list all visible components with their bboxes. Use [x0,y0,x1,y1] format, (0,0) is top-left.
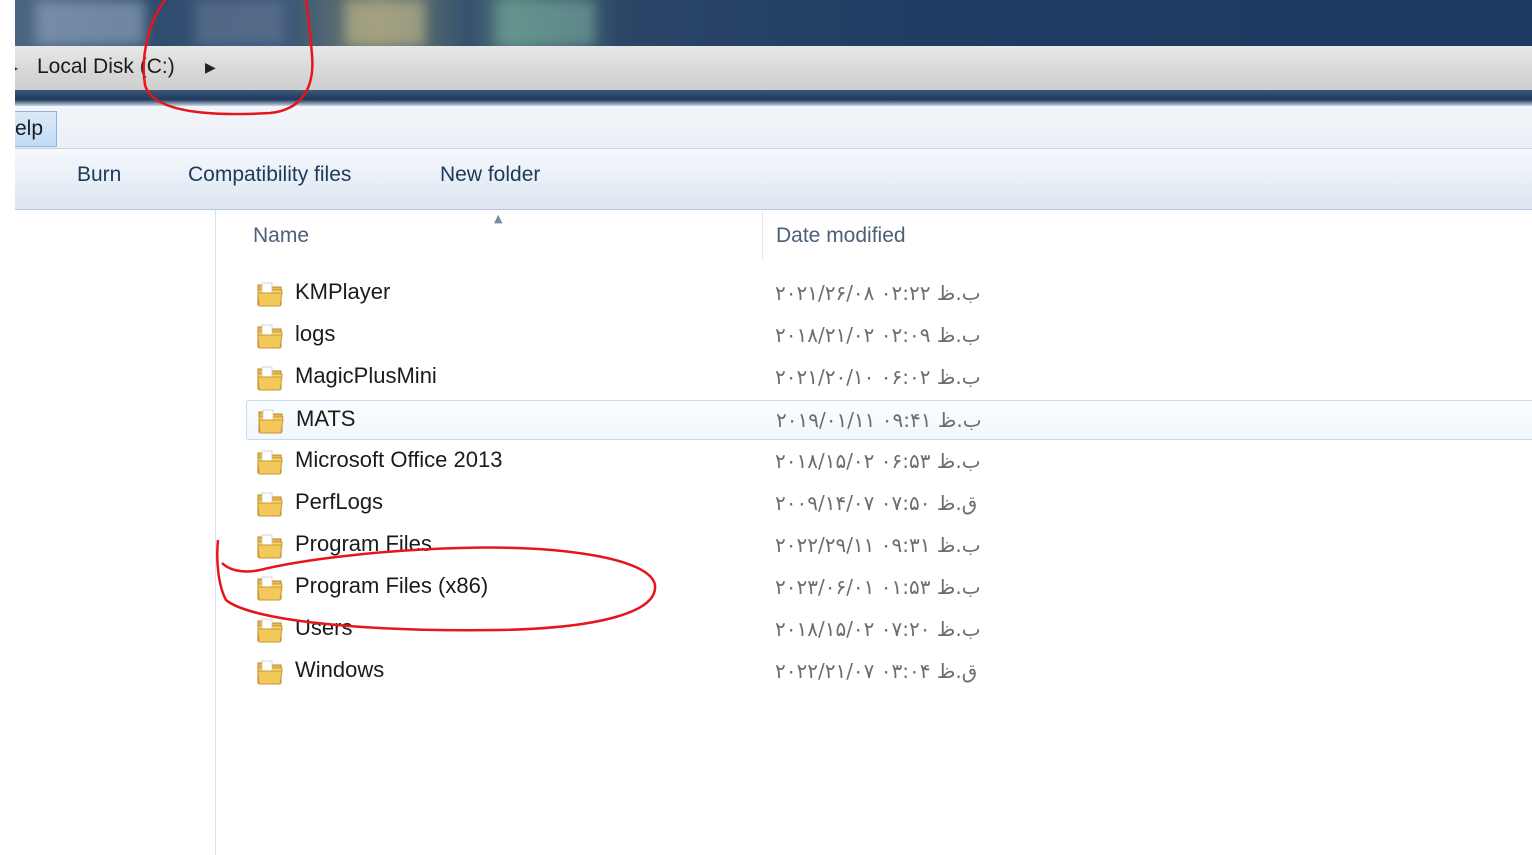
file-name: Windows [295,657,385,682]
file-date-modified: ۲۰۱۸/۱۵/۰۲ ب.ظ ۰۷:۲۰ [775,617,981,641]
navigation-pane[interactable] [15,210,216,855]
file-date-modified: ۲۰۲۲/۲۹/۱۱ ب.ظ ۰۹:۳۱ [775,533,981,557]
folder-icon [257,534,283,559]
file-row[interactable]: MagicPlusMini ۲۰۲۱/۲۰/۱۰ ب.ظ ۰۶:۰۲ [246,358,1532,398]
column-divider[interactable] [762,210,763,260]
file-row[interactable]: KMPlayer ۲۰۲۱/۲۶/۰۸ ب.ظ ۰۲:۲۲ [246,274,1532,314]
left-edge [0,0,15,855]
address-bar[interactable]: ▸ Local Disk (C:) ▶ [12,46,1532,91]
file-date-modified: ۲۰۰۹/۱۴/۰۷ ق.ظ ۰۷:۵۰ [775,491,978,515]
file-date-modified: ۲۰۱۸/۲۱/۰۲ ب.ظ ۰۲:۰۹ [775,323,981,347]
file-row[interactable]: Windows ۲۰۲۲/۲۱/۰۷ ق.ظ ۰۳:۰۴ [246,652,1532,692]
file-row[interactable]: Program Files ۲۰۲۲/۲۹/۱۱ ب.ظ ۰۹:۳۱ [246,526,1532,566]
file-date-modified: ۲۰۲۳/۰۶/۰۱ ب.ظ ۰۱:۵۳ [775,575,981,599]
folder-icon [257,324,283,349]
folder-icon [258,409,284,434]
file-row[interactable]: Program Files (x86) ۲۰۲۳/۰۶/۰۱ ب.ظ ۰۱:۵۳ [246,568,1532,608]
file-name: MATS [296,406,356,431]
file-name: PerfLogs [295,489,384,514]
menu-help[interactable]: elp [15,111,57,147]
column-header-date-modified[interactable]: Date modified [776,224,906,248]
folder-icon [257,618,283,643]
file-name: MagicPlusMini [295,363,437,388]
file-row[interactable]: MATS ۲۰۱۹/۰۱/۱۱ ب.ظ ۰۹:۴۱ [246,400,1532,440]
column-header-name[interactable]: Name [253,224,309,248]
file-name: Program Files (x86) [295,573,489,598]
folder-icon [257,450,283,475]
file-list[interactable]: ▲ Name Date modified KMPlayer ۲۰۲۱/۲۶/۰۸ … [216,210,1532,855]
breadcrumb-local-disk[interactable]: Local Disk (C:) [37,55,175,79]
compatibility-files-button[interactable]: Compatibility files [188,163,351,187]
new-folder-button[interactable]: New folder [440,163,540,187]
folder-icon [257,576,283,601]
window-title-bar[interactable] [15,0,1532,46]
window-frame-strip [15,90,1532,106]
burn-button[interactable]: Burn [77,163,121,187]
folder-icon [257,366,283,391]
menu-bar: elp [15,106,1532,149]
folder-icon [257,492,283,517]
sort-ascending-icon: ▲ [494,212,503,225]
explorer-window: ▸ Local Disk (C:) ▶ elp Burn Compatibili… [0,0,1532,855]
command-toolbar: Burn Compatibility files New folder [15,149,1532,210]
file-row[interactable]: PerfLogs ۲۰۰۹/۱۴/۰۷ ق.ظ ۰۷:۵۰ [246,484,1532,524]
file-name: Program Files [295,531,432,556]
file-row[interactable]: Microsoft Office 2013 ۲۰۱۸/۱۵/۰۲ ب.ظ ۰۶:۵… [246,442,1532,482]
file-date-modified: ۲۰۲۱/۲۶/۰۸ ب.ظ ۰۲:۲۲ [775,281,981,305]
file-date-modified: ۲۰۲۲/۲۱/۰۷ ق.ظ ۰۳:۰۴ [775,659,978,683]
file-row[interactable]: Users ۲۰۱۸/۱۵/۰۲ ب.ظ ۰۷:۲۰ [246,610,1532,650]
triangle-right-icon[interactable]: ▶ [205,60,216,76]
file-name: Users [295,615,353,640]
file-name: KMPlayer [295,279,391,304]
file-row[interactable]: logs ۲۰۱۸/۲۱/۰۲ ب.ظ ۰۲:۰۹ [246,316,1532,356]
folder-icon [257,660,283,685]
file-date-modified: ۲۰۱۹/۰۱/۱۱ ب.ظ ۰۹:۴۱ [776,408,982,432]
folder-icon [257,282,283,307]
file-date-modified: ۲۰۱۸/۱۵/۰۲ ب.ظ ۰۶:۵۳ [775,449,981,473]
file-date-modified: ۲۰۲۱/۲۰/۱۰ ب.ظ ۰۶:۰۲ [775,365,981,389]
file-name: logs [295,321,336,346]
file-name: Microsoft Office 2013 [295,447,503,472]
